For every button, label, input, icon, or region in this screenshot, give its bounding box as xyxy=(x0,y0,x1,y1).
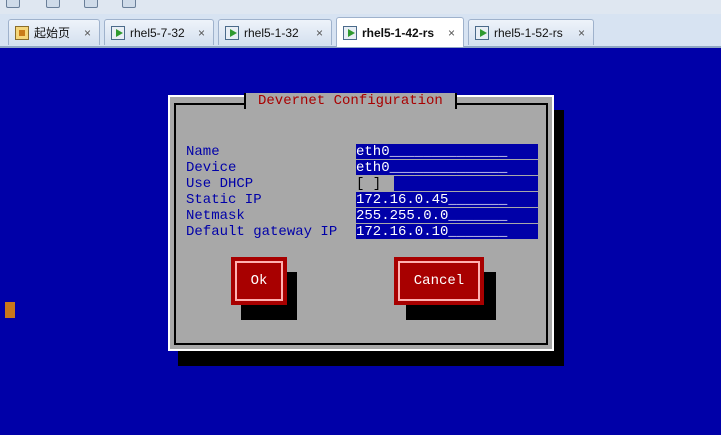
toolbar-icon[interactable] xyxy=(122,0,136,8)
gateway-field[interactable]: 172.16.0.10_______ xyxy=(356,224,538,239)
field-filler: _______ xyxy=(448,208,508,223)
tab-rhel5-1-32[interactable]: rhel5-1-32 × xyxy=(218,19,332,45)
cursor-marker xyxy=(5,302,15,318)
name-label: Name xyxy=(186,144,220,160)
field-filler: _______ xyxy=(448,192,508,207)
static-ip-field[interactable]: 172.16.0.45_______ xyxy=(356,192,538,207)
name-field[interactable]: eth0______________ xyxy=(356,144,538,159)
info-icon[interactable] xyxy=(84,0,98,8)
ok-button-label: Ok xyxy=(235,261,283,301)
device-value: eth0 xyxy=(356,160,390,175)
tab-label: 起始页 xyxy=(34,26,71,40)
tab-rhel5-1-52-rs[interactable]: rhel5-1-52-rs × xyxy=(468,19,594,45)
tab-rhel5-1-42-rs[interactable]: rhel5-1-42-rs × xyxy=(336,17,464,47)
checkbox-value: [ ] xyxy=(356,176,382,192)
netmask-label: Netmask xyxy=(186,208,245,224)
checkbox-fill xyxy=(394,176,538,191)
netmask-field[interactable]: 255.255.0.0_______ xyxy=(356,208,538,223)
device-field[interactable]: eth0______________ xyxy=(356,160,538,175)
field-filler: _______ xyxy=(448,224,508,239)
tab-bar: 起始页 × rhel5-7-32 × rhel5-1-32 × rhel5-1-… xyxy=(0,14,721,48)
tab-rhel5-7-32[interactable]: rhel5-7-32 × xyxy=(104,19,214,45)
tab-home[interactable]: 起始页 × xyxy=(8,19,100,45)
dialog-title: Devernet Configuration xyxy=(244,93,457,109)
close-icon[interactable]: × xyxy=(84,26,91,40)
close-icon[interactable]: × xyxy=(198,26,205,40)
cancel-button-label: Cancel xyxy=(398,261,480,301)
toolbar-icon[interactable] xyxy=(46,0,60,8)
home-icon xyxy=(15,25,29,40)
netmask-value: 255.255.0.0 xyxy=(356,208,449,223)
vm-icon xyxy=(111,25,125,40)
name-value: eth0 xyxy=(356,144,390,159)
vm-icon xyxy=(225,25,239,40)
static-ip-value: 172.16.0.45 xyxy=(356,192,449,207)
use-dhcp-label: Use DHCP xyxy=(186,176,254,192)
tab-label: rhel5-1-52-rs xyxy=(494,25,563,40)
use-dhcp-checkbox[interactable]: [ ] xyxy=(356,176,538,192)
toolbar-strip xyxy=(0,0,721,15)
gateway-value: 172.16.0.10 xyxy=(356,224,449,239)
close-icon[interactable]: × xyxy=(578,26,585,40)
field-filler: ______________ xyxy=(389,144,508,159)
vm-icon xyxy=(475,25,489,40)
ok-button[interactable]: Ok xyxy=(231,257,287,305)
tab-label: rhel5-7-32 xyxy=(130,25,185,40)
device-label: Device xyxy=(186,160,237,176)
vm-icon xyxy=(343,25,357,40)
tab-label: rhel5-1-32 xyxy=(244,25,299,40)
network-config-dialog: Devernet Configuration Name eth0________… xyxy=(168,93,554,351)
toolbar-icon[interactable] xyxy=(6,0,20,8)
close-icon[interactable]: × xyxy=(316,26,323,40)
gateway-label: Default gateway IP xyxy=(186,224,338,240)
cancel-button[interactable]: Cancel xyxy=(394,257,484,305)
tab-label: rhel5-1-42-rs xyxy=(362,25,435,40)
static-ip-label: Static IP xyxy=(186,192,262,208)
field-filler: ______________ xyxy=(389,160,508,175)
close-icon[interactable]: × xyxy=(448,26,455,40)
